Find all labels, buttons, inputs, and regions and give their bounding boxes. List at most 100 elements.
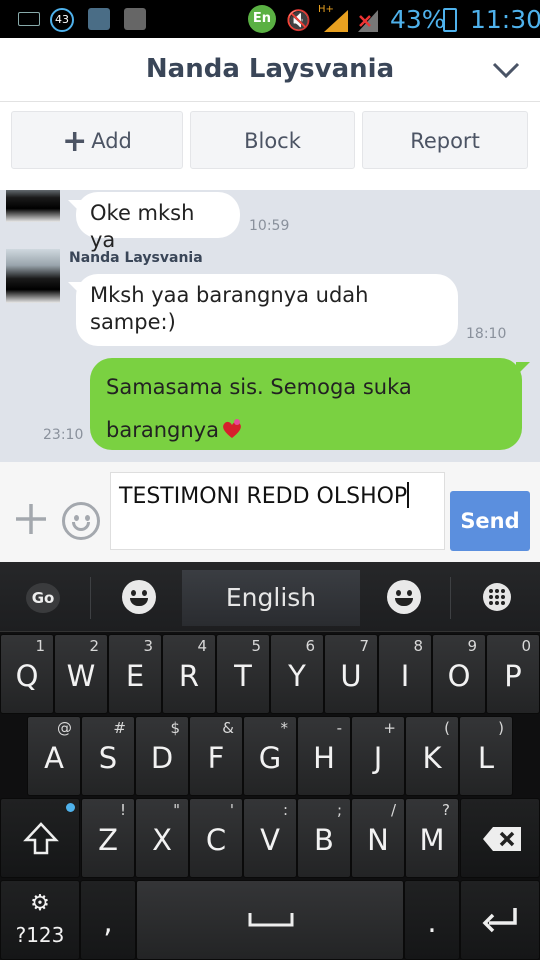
key-label: G [258,741,282,775]
send-button[interactable]: Send [450,491,530,551]
key-l[interactable]: ) L [459,716,513,796]
key-o[interactable]: 9O [432,634,486,714]
key-p[interactable]: 0P [486,634,540,714]
key-u[interactable]: 7U [324,634,378,714]
key-z[interactable]: ! Z [81,798,135,878]
symbols-key[interactable]: ⚙ ?123 [0,880,80,960]
key-label: P [504,659,522,693]
key-f[interactable]: & F [189,716,243,796]
key-j[interactable]: + J [351,716,405,796]
key-alt-label: $ [170,719,180,737]
emoji-mouth [72,522,90,531]
emoji-eye [74,515,79,521]
message-bubble[interactable]: Mksh yaa barangnya udah sampe:) [76,274,458,346]
key-alt-label: ! [119,801,126,819]
key-r[interactable]: 4R [162,634,216,714]
space-key[interactable] [136,880,404,960]
backspace-key[interactable] [460,798,540,878]
period-key[interactable]: . [404,880,460,960]
key-label: M [419,823,445,857]
attach-plus-icon[interactable] [14,502,48,536]
report-button[interactable]: Report [362,111,528,169]
sender-name: Nanda Laysvania [69,250,203,266]
key-k[interactable]: (K [405,716,459,796]
key-y[interactable]: 6Y [270,634,324,714]
key-label: K [422,741,442,775]
key-label: Q [15,659,39,693]
key-label: E [125,659,145,693]
key-i[interactable]: 8I [378,634,432,714]
key-a[interactable]: @ A [27,716,81,796]
key-alt-label: * [280,719,289,737]
add-button[interactable]: + Add [11,111,183,169]
key-alt-label: ? [442,801,450,819]
text-caret [407,482,410,508]
message-input[interactable]: TESTIMONI REDD OLSHOP [110,472,445,550]
key-alt-label: - [336,719,342,737]
language-switch[interactable]: English [182,570,360,626]
key-label: N [367,823,389,857]
key-v[interactable]: :V [243,798,297,878]
contact-name[interactable]: Nanda Laysvania [0,54,540,84]
emoji-eye [85,515,90,521]
app-icon [88,8,110,30]
key-c[interactable]: ' C [189,798,243,878]
key-s[interactable]: # S [81,716,135,796]
comma-key[interactable]: , [80,880,136,960]
key-label: C [205,823,227,857]
signal-icon [358,10,378,32]
message-time: 10:59 [249,218,290,234]
emoji-icon[interactable] [62,502,100,540]
block-button[interactable]: Block [190,111,355,169]
battery-icon [443,8,457,32]
avatar[interactable] [6,190,60,222]
shift-indicator [66,803,75,812]
key-alt-label: 7 [359,637,369,655]
message-time: 18:10 [466,326,507,342]
message-bubble-outgoing[interactable]: Samasama sis. Semoga suka barangnya [90,358,522,450]
go-keyboard-logo[interactable]: Go [26,583,60,613]
message-time: 23:10 [43,427,84,443]
key-e[interactable]: 3E [108,634,162,714]
message-list[interactable]: Oke mksh ya 10:59 Nanda Laysvania Mksh y… [0,190,540,462]
key-q[interactable]: 1Q [0,634,54,714]
key-label: Z [98,823,118,857]
key-label: A [44,741,64,775]
key-label: B [314,823,334,857]
key-m[interactable]: ? M [405,798,459,878]
emoji-icon[interactable] [122,580,156,614]
key-label: W [66,659,96,693]
key-d[interactable]: $ D [135,716,189,796]
key-h[interactable]: -H [297,716,351,796]
key-alt-label: 0 [521,637,531,655]
key-alt-label: 1 [35,637,45,655]
key-label: O [447,659,471,693]
status-bar: 43 En 🔇 H+ 43% 11:30 [0,0,540,38]
keypad-grid-icon[interactable] [482,582,512,612]
clock: 11:30 [470,5,540,34]
key-label: T [234,659,252,693]
emoji-icon[interactable] [387,580,421,614]
avatar[interactable] [6,249,60,303]
key-alt-label: & [222,719,234,737]
key-g[interactable]: * G [243,716,297,796]
message-bubble[interactable]: Oke mksh ya [76,192,240,252]
shift-key[interactable] [0,798,80,878]
key-alt-label: @ [57,719,72,737]
key-alt-label: ) [498,719,504,737]
keyboard-icon [18,12,40,26]
key-x[interactable]: " X [135,798,189,878]
key-w[interactable]: 2W [54,634,108,714]
shift-icon [23,822,59,855]
key-alt-label: 5 [251,637,261,655]
key-n[interactable]: / N [351,798,405,878]
key-alt-label: 8 [413,637,423,655]
contact-actions: + Add Block Report [0,102,540,190]
enter-key[interactable] [460,880,540,960]
key-alt-label: / [390,801,396,819]
key-b[interactable]: ; B [297,798,351,878]
key-t[interactable]: 5T [216,634,270,714]
backspace-icon [483,827,521,851]
message-text: Samasama sis. Semoga suka barangnya [106,375,412,442]
chevron-down-icon[interactable] [492,60,520,80]
